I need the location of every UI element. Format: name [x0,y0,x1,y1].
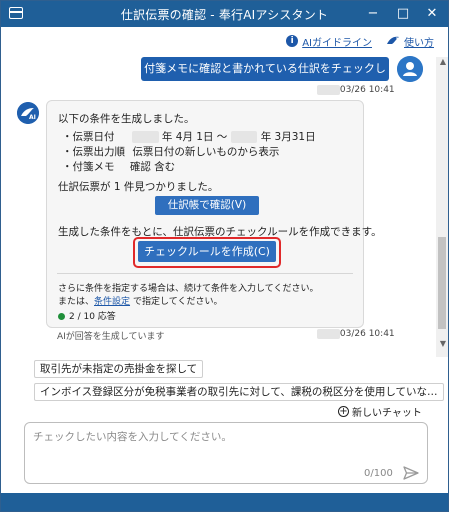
plus-circle-icon: + [338,406,349,417]
bird-icon [387,36,399,44]
scrollbar-thumb[interactable] [438,237,446,329]
info-icon: i [286,35,299,47]
bottom-bar [1,493,448,511]
conditions-intro: 以下の条件を生成しました。 [58,113,195,125]
scroll-up-icon[interactable]: ▲ [440,57,446,66]
ai-guideline-link[interactable]: i AIガイドライン [286,34,372,49]
note-line-2: または、条件設定 で指定してください。 [58,297,223,307]
suggestion-unassigned-receivable[interactable]: 取引先が未指定の売掛金を探して [34,360,204,378]
condition-order: ・伝票出力順 伝票日付の新しいものから表示 [62,146,280,158]
new-chat-button[interactable]: + 新しいチャット [338,404,422,419]
answer-count: 2 / 10 応答 [58,309,116,322]
condition-settings-link[interactable]: 条件設定 [94,297,130,307]
ai-bot-avatar-icon: AI [17,102,39,124]
redacted-year: 0000 [317,85,340,95]
ai-guideline-label: AIガイドライン [302,37,372,49]
send-icon[interactable] [403,465,419,481]
title-bar: 仕訳伝票の確認 - 奉行AIアシスタント − □ ✕ [1,1,448,27]
chat-input[interactable] [33,429,413,453]
assistant-message-time: 000003/26 10:41 [317,329,395,339]
close-icon[interactable]: ✕ [422,4,442,24]
how-to-use-label: 使い方 [404,37,434,49]
redacted-year: 0000 [131,131,159,143]
suggestion-invoice-tax-check[interactable]: インボイス登録区分が免税事業者の取引先に対して、課税の税区分を使用していな… [34,383,444,401]
character-counter: 0/100 [364,468,393,479]
user-message-bubble: 付箋メモに確認と書かれている仕訳をチェックして [141,57,389,99]
found-count-text: 仕訳伝票が 1 件見つかりました。 [58,181,219,193]
svg-text:AI: AI [29,114,36,121]
scroll-down-icon[interactable]: ▼ [440,339,446,348]
view-ledger-button[interactable]: 仕訳帳で確認(V) [155,196,259,215]
maximize-icon[interactable]: □ [393,4,413,24]
divider [57,273,353,274]
user-message-time: 000003/26 10:41 [317,85,395,95]
create-check-rule-button[interactable]: チェックルールを作成(C) [138,241,276,262]
how-to-use-link[interactable]: 使い方 [386,34,434,49]
generation-status: AIが回答を生成しています [57,332,165,342]
user-avatar-icon [397,56,423,82]
header-links: i AIガイドライン 使い方 [286,33,434,49]
new-chat-label: 新しいチャット [352,408,422,419]
condition-date: ・伝票日付 0000 年 4月 1日 ～ 0000 年 3月31日 [62,131,316,143]
assistant-window: 仕訳伝票の確認 - 奉行AIアシスタント − □ ✕ i AIガイドライン 使い… [0,0,449,512]
note-line-1: さらに条件を指定する場合は、続けて条件を入力してください。 [58,284,319,294]
redacted-year: 0000 [317,329,340,339]
condition-memo: ・付箋メモ 確認 含む [62,161,176,173]
chat-input-box: 0/100 [24,422,428,484]
minimize-icon[interactable]: − [363,4,383,24]
redacted-year: 0000 [230,131,258,143]
assistant-message-card: 以下の条件を生成しました。 ・伝票日付 0000 年 4月 1日 ～ 0000 … [46,100,382,328]
status-dot-icon [58,313,65,320]
